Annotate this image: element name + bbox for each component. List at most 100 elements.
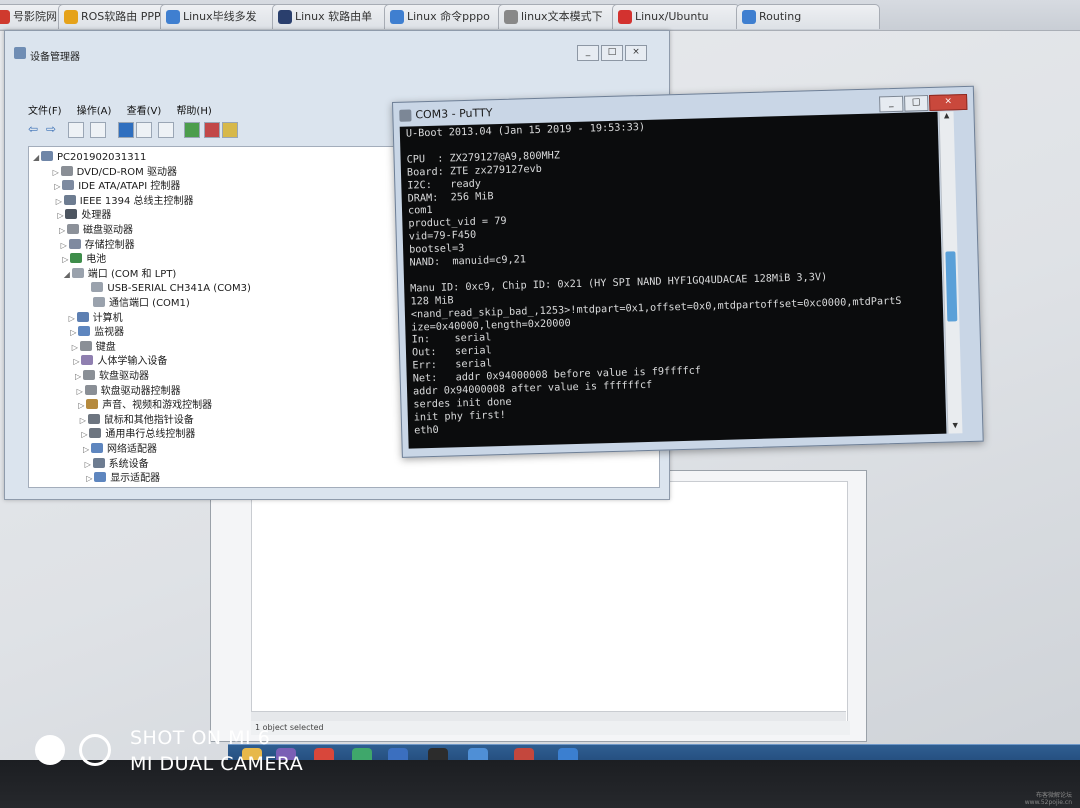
- device-tree-label: PC201902031311: [57, 152, 147, 163]
- device-tree-item[interactable]: ▷ 磁盘驱动器: [59, 224, 133, 238]
- photo-icon[interactable]: [514, 748, 534, 760]
- collapsed-arrow-icon[interactable]: ▷: [62, 253, 70, 267]
- tab-label: Linux毕线多发: [183, 10, 257, 23]
- device-tree-item[interactable]: ▷ IEEE 1394 总线主控制器: [56, 194, 194, 209]
- terminal-line: Out: serial: [411, 345, 492, 359]
- collapsed-arrow-icon[interactable]: ▷: [80, 414, 88, 428]
- device-tree-item[interactable]: ▷ 存储控制器: [61, 238, 135, 253]
- minimize-button[interactable]: _: [879, 95, 904, 113]
- device-tree-item[interactable]: ▷ 鼠标和其他指针设备: [80, 413, 194, 428]
- browser-tab-strip: 号影院网 店 ROS软路由 PPP Linux毕线多发 Linux 软路由单 Linux…: [0, 0, 1080, 31]
- tab-favicon-icon: [504, 10, 518, 24]
- device-tree-item[interactable]: 通信端口 (COM1): [85, 297, 190, 311]
- device-tree-item[interactable]: ▷ IDE ATA/ATAPI 控制器: [54, 180, 180, 194]
- device-tree-item[interactable]: ▷ 电池: [62, 253, 106, 267]
- remote-desktop-icon[interactable]: [558, 748, 578, 760]
- network-icon[interactable]: [468, 748, 488, 760]
- device-tree-item[interactable]: ▷ 键盘: [72, 340, 116, 355]
- browser-tab[interactable]: Linux 软路由单: [272, 4, 400, 29]
- expanded-arrow-icon[interactable]: ◢: [64, 268, 72, 282]
- device-tree-item[interactable]: USB-SERIAL CH341A (COM3): [83, 282, 251, 296]
- menu-view[interactable]: 查看(V): [127, 106, 162, 117]
- collapsed-arrow-icon[interactable]: ▷: [81, 428, 89, 442]
- collapsed-arrow-icon[interactable]: ▷: [57, 209, 65, 223]
- menu-help[interactable]: 帮助(H): [176, 106, 211, 117]
- terminal-output[interactable]: U-Boot 2013.04 (Jan 15 2019 - 19:53:33) C…: [399, 111, 947, 449]
- device-icon: [65, 209, 78, 220]
- collapsed-arrow-icon[interactable]: ▷: [77, 385, 85, 399]
- collapsed-arrow-icon[interactable]: ▷: [59, 224, 67, 238]
- device-tree-label: 电池: [86, 254, 107, 266]
- terminal-line: vid=79-F450: [408, 229, 477, 243]
- device-tree-item[interactable]: ▷ 系统设备: [85, 457, 149, 472]
- device-tree-item[interactable]: ▷ 通用串行总线控制器: [81, 428, 195, 442]
- update-driver-icon[interactable]: [184, 122, 200, 138]
- device-manager-title: 设备管理器: [30, 52, 80, 63]
- device-tree-item[interactable]: ▷ 处理器: [57, 209, 111, 223]
- expanded-arrow-icon[interactable]: ◢: [33, 151, 41, 165]
- device-tree-item[interactable]: ▷ 监视器: [70, 326, 124, 340]
- device-tree-item[interactable]: ▷ DVD/CD-ROM 驱动器: [53, 165, 177, 180]
- help-icon[interactable]: [118, 122, 134, 138]
- collapsed-arrow-icon[interactable]: ▷: [69, 312, 77, 326]
- tab-favicon-icon: [64, 10, 78, 24]
- close-button[interactable]: ×: [929, 93, 968, 111]
- device-tree-item[interactable]: ▷ 人体学输入设备: [73, 355, 167, 369]
- collapsed-arrow-icon[interactable]: ▷: [75, 370, 83, 384]
- device-tree-item[interactable]: ▷ 显示适配器: [86, 472, 160, 486]
- collapsed-arrow-icon[interactable]: ▷: [53, 166, 61, 180]
- browser-tab[interactable]: Linux毕线多发: [160, 4, 288, 29]
- scan-icon[interactable]: [136, 122, 152, 138]
- tab-label: Linux 命令pppo: [407, 10, 490, 23]
- device-tree-item[interactable]: ▷ 计算机: [69, 311, 123, 326]
- forward-arrow-icon[interactable]: ⇨: [46, 122, 60, 136]
- device-tree-label: 鼠标和其他指针设备: [103, 414, 194, 426]
- device-tree-item[interactable]: ◢ PC201902031311: [33, 151, 146, 165]
- collapsed-arrow-icon[interactable]: ▷: [61, 239, 69, 253]
- maximize-button[interactable]: □: [904, 95, 929, 112]
- scroll-down-icon[interactable]: ▼: [948, 421, 962, 433]
- close-button[interactable]: ×: [625, 45, 647, 61]
- uninstall-icon[interactable]: [204, 122, 220, 138]
- show-hide-tree-icon[interactable]: [90, 122, 106, 138]
- collapsed-arrow-icon[interactable]: ▷: [54, 180, 62, 194]
- collapsed-arrow-icon[interactable]: ▷: [85, 458, 93, 472]
- menu-action[interactable]: 操作(A): [77, 106, 112, 117]
- device-icon: [87, 413, 100, 424]
- device-tree-label: 磁盘驱动器: [83, 225, 133, 236]
- collapsed-arrow-icon[interactable]: ▷: [78, 399, 86, 413]
- back-arrow-icon[interactable]: ⇦: [28, 122, 42, 136]
- scroll-up-icon[interactable]: ▲: [939, 111, 953, 123]
- chrome-icon[interactable]: [314, 748, 334, 760]
- terminal-line: I2C: ready: [407, 178, 482, 192]
- collapsed-arrow-icon[interactable]: ▷: [72, 341, 80, 355]
- device-icon: [92, 457, 105, 468]
- collapsed-arrow-icon[interactable]: ▷: [56, 195, 64, 209]
- browser-tab[interactable]: Linux/Ubuntu: [612, 4, 740, 29]
- play-store-icon[interactable]: [352, 748, 372, 760]
- scan-hardware-icon[interactable]: [222, 122, 238, 138]
- maximize-button[interactable]: □: [601, 45, 623, 61]
- menu-file[interactable]: 文件(F): [28, 106, 62, 117]
- properties-icon[interactable]: [68, 122, 84, 138]
- device-tree-item[interactable]: ▷ 声音、视频和游戏控制器: [78, 399, 212, 413]
- minimize-button[interactable]: _: [577, 45, 599, 61]
- browser-tab[interactable]: Routing: [736, 4, 880, 29]
- virtualbox-icon[interactable]: [388, 748, 408, 760]
- browser-tab[interactable]: Linux 命令pppo: [384, 4, 512, 29]
- collapsed-arrow-icon[interactable]: ▷: [86, 472, 94, 486]
- terminal-icon[interactable]: [428, 748, 448, 760]
- collapsed-arrow-icon[interactable]: ▷: [70, 326, 78, 340]
- scrollbar-thumb[interactable]: [945, 251, 958, 322]
- device-tree-item[interactable]: ▷ 软盘驱动器控制器: [77, 384, 181, 399]
- collapsed-arrow-icon[interactable]: ▷: [73, 355, 81, 369]
- browser-tab[interactable]: linux文本模式下: [498, 4, 626, 29]
- device-tree-item[interactable]: ▷ 网络适配器: [83, 443, 157, 457]
- putty-window[interactable]: COM3 - PuTTY _ □ × U-Boot 2013.04 (Jan 15 …: [392, 85, 984, 458]
- view-icon[interactable]: [158, 122, 174, 138]
- tab-label: linux文本模式下: [521, 10, 603, 23]
- device-tree-item[interactable]: ▷ 软盘驱动器: [75, 370, 149, 384]
- device-tree-item[interactable]: ◢ 端口 (COM 和 LPT): [64, 267, 176, 282]
- terminal-line: product_vid = 79: [408, 216, 507, 230]
- collapsed-arrow-icon[interactable]: ▷: [83, 443, 91, 457]
